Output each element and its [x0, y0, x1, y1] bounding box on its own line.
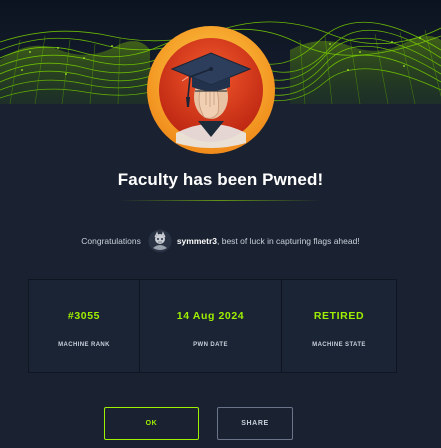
- user-avatar: [147, 229, 172, 253]
- stat-machine-state: RETIRED MACHINE STATE: [282, 280, 396, 372]
- pwn-date-value: 14 Aug 2024: [176, 310, 245, 322]
- stat-pwn-date: 14 Aug 2024 PWN DATE: [140, 280, 282, 372]
- username[interactable]: symmetr3: [177, 236, 217, 246]
- congrats-message: Congratulations symmetr3 , best of luck …: [0, 228, 441, 254]
- stat-machine-rank: #3055 MACHINE RANK: [29, 280, 140, 372]
- title-divider: [120, 200, 321, 201]
- machine-rank-value: #3055: [67, 310, 101, 322]
- page-title: Faculty has been Pwned!: [117, 170, 324, 189]
- machine-state-value: RETIRED: [313, 310, 365, 322]
- congrats-prefix: Congratulations: [81, 236, 141, 246]
- stats-panel: #3055 MACHINE RANK 14 Aug 2024 PWN DATE …: [28, 279, 397, 373]
- ok-button[interactable]: OK: [104, 407, 199, 440]
- pwned-modal: Faculty has been Pwned! Congratulations …: [0, 0, 441, 448]
- machine-state-label: MACHINE STATE: [312, 342, 366, 348]
- user-avatar-icon: [148, 229, 172, 253]
- machine-avatar: [146, 25, 276, 155]
- congrats-suffix: , best of luck in capturing flags ahead!: [217, 236, 360, 246]
- pwn-date-label: PWN DATE: [193, 342, 228, 348]
- graduation-cap-professor-icon: [147, 26, 275, 154]
- share-button[interactable]: SHARE: [217, 407, 293, 440]
- machine-rank-label: MACHINE RANK: [58, 342, 110, 348]
